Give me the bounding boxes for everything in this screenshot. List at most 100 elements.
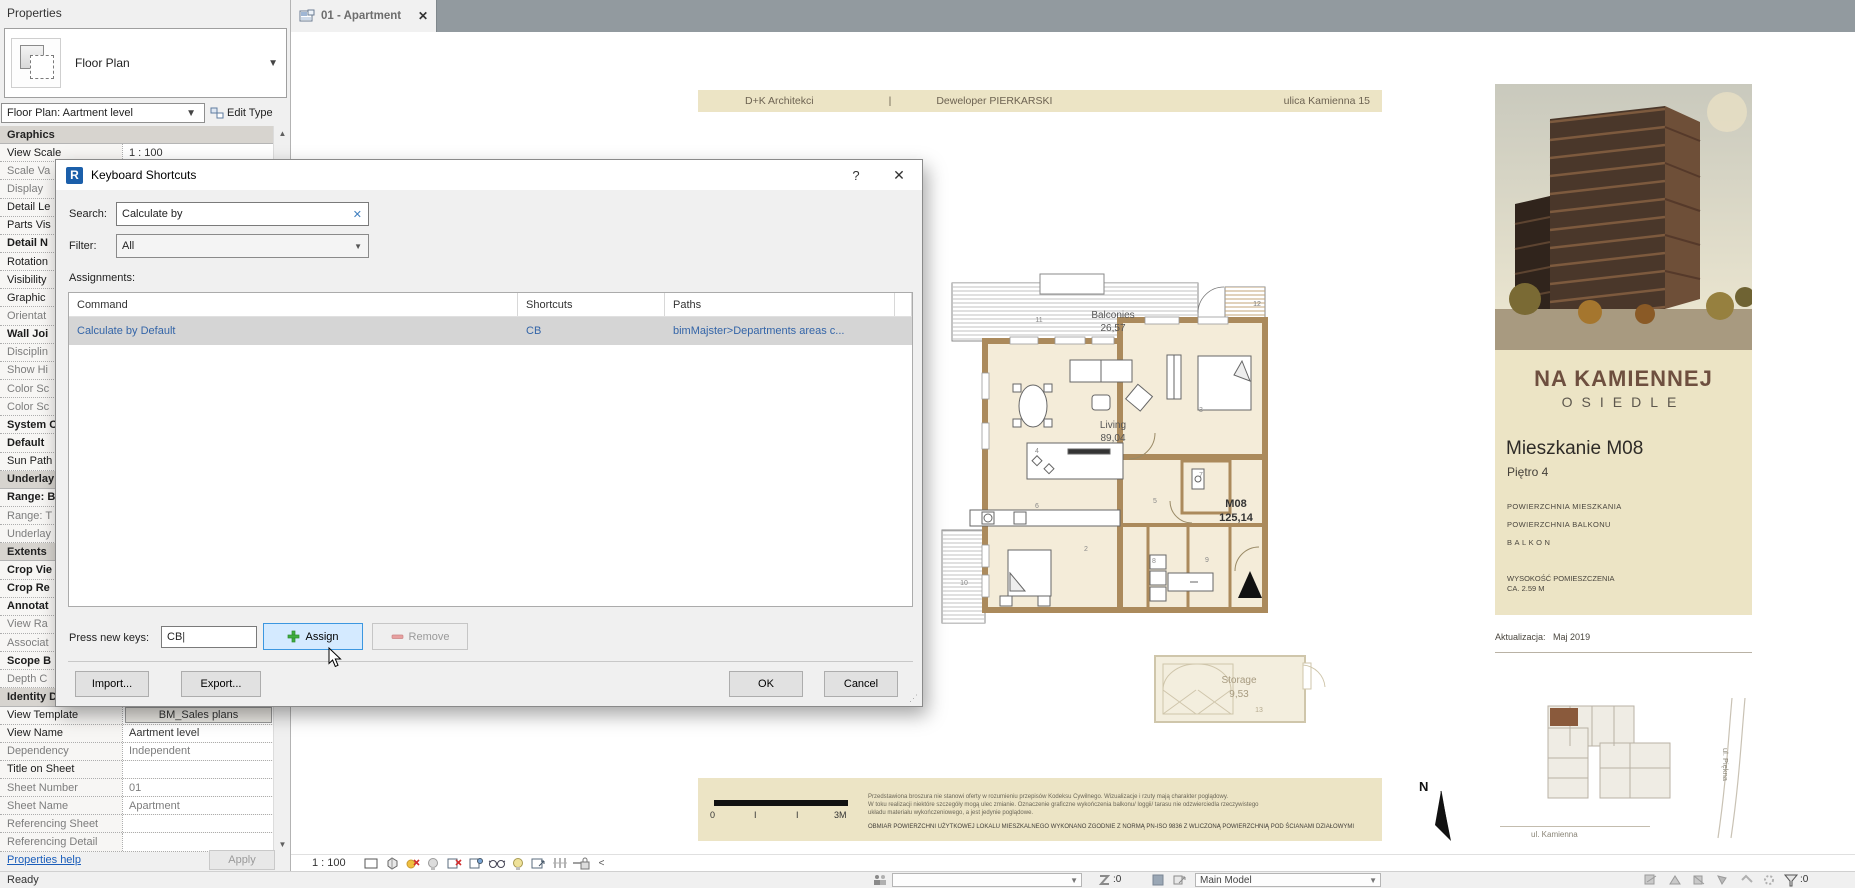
editable-only-icon[interactable] (1150, 873, 1166, 887)
filter-funnel-icon[interactable] (1783, 873, 1799, 887)
column-command[interactable]: Command (69, 293, 518, 316)
temporary-hide-isolate-icon[interactable] (486, 855, 507, 871)
dialog-title: Keyboard Shortcuts (91, 168, 197, 182)
import-button[interactable]: Import... (75, 671, 149, 697)
filter-dropdown[interactable]: All ▼ (116, 234, 369, 258)
worksharing-display-icon[interactable] (1739, 873, 1755, 887)
deselect-icon[interactable] (1691, 873, 1707, 887)
sheet-header-strip: D+K Architekci | Deweloper PIERKARSKI ul… (698, 90, 1382, 112)
scale-tick: I (754, 810, 757, 820)
property-value[interactable]: 01 (122, 779, 274, 797)
sheet-footer-strip: 0 I I 3M Przedstawiona broszura nie stan… (698, 778, 1382, 841)
remove-button[interactable]: Remove (372, 623, 468, 650)
property-value[interactable]: BM_Sales plans (122, 706, 274, 724)
property-value[interactable]: Apartment (122, 797, 274, 815)
property-row[interactable]: Graphics (0, 126, 274, 145)
property-row[interactable]: Sheet Number 01 (0, 779, 274, 798)
estate-subtitle: OSIEDLE (1561, 394, 1686, 410)
table-row-selected[interactable]: Calculate by Default CB bimMajster>Depar… (69, 317, 912, 345)
workset-dropdown[interactable]: ▼ (892, 873, 1082, 887)
shadows-icon[interactable] (423, 855, 444, 871)
edit-type-button[interactable]: Edit Type (208, 103, 290, 123)
search-label: Search: (69, 208, 107, 220)
svg-text:12: 12 (1253, 301, 1261, 308)
clear-search-icon[interactable]: ✕ (353, 208, 362, 221)
property-label: View Scale (7, 146, 62, 159)
press-new-keys-input[interactable]: CB | (161, 626, 257, 648)
tab-label: 01 - Apartment (321, 10, 402, 22)
scroll-up-icon[interactable]: ▲ (274, 126, 291, 142)
crop-view-icon[interactable] (444, 855, 465, 871)
collapse-icon[interactable]: < (591, 855, 612, 871)
svg-text:10: 10 (960, 580, 968, 587)
floor-plan[interactable]: Balconies 26,57 Living 89,04 M08 125,14 … (930, 273, 1340, 743)
ok-button[interactable]: OK (729, 671, 803, 697)
property-value[interactable] (122, 815, 274, 833)
property-row[interactable]: View Name Aartment level (0, 724, 274, 743)
background-processes-icon[interactable] (1761, 873, 1777, 887)
assignments-label: Assignments: (69, 272, 136, 284)
property-label: Referencing Sheet (7, 817, 99, 830)
editing-requests-icon[interactable] (1096, 873, 1112, 887)
property-value[interactable]: Independent (122, 742, 274, 760)
help-icon[interactable]: ? (836, 168, 876, 183)
design-option-dropdown[interactable]: Main Model ▼ (1195, 873, 1381, 887)
search-input[interactable]: Calculate by ✕ (116, 202, 369, 226)
property-row[interactable]: Dependency Independent (0, 742, 274, 761)
type-selector-label: Floor Plan (75, 56, 130, 70)
tab-apartment[interactable]: 01 - Apartment ✕ (291, 0, 437, 32)
reveal-hidden-icon[interactable] (507, 855, 528, 871)
view-control-bar: 1 : 100 < (291, 854, 1855, 871)
type-selector[interactable]: Floor Plan ▼ (4, 28, 287, 98)
assignments-table[interactable]: Command Shortcuts Paths Calculate by Def… (68, 292, 913, 607)
svg-text:4: 4 (1035, 448, 1039, 455)
storage-label: Storage (1221, 675, 1256, 686)
dialog-title-bar[interactable]: R Keyboard Shortcuts ? ✕ (56, 160, 922, 190)
street-side-label: ul. Piękna (1721, 748, 1730, 782)
visual-style-icon[interactable] (381, 855, 402, 871)
svg-text:3: 3 (1199, 407, 1203, 414)
view-scale-control[interactable]: 1 : 100 (312, 857, 360, 869)
design-options-icon[interactable] (1172, 873, 1188, 887)
plus-icon (288, 630, 300, 643)
reveal-constraints-icon[interactable] (549, 855, 570, 871)
cancel-button[interactable]: Cancel (824, 671, 898, 697)
instance-selector[interactable]: Floor Plan: Aartment level ▼ (1, 103, 205, 123)
apply-button[interactable]: Apply (209, 849, 275, 870)
column-paths[interactable]: Paths (665, 293, 895, 316)
lock-view-icon[interactable] (570, 855, 591, 871)
property-row[interactable]: Sheet Name Apartment (0, 797, 274, 816)
living-area: 89,04 (1100, 433, 1125, 444)
detail-level-icon[interactable] (360, 855, 381, 871)
press-new-keys-value: CB (167, 631, 183, 643)
update-label: Aktualizacja: (1495, 632, 1546, 642)
property-label: Title on Sheet (7, 763, 75, 776)
height-label: WYSOKOŚĆ POMIESZCZENIA (1507, 574, 1615, 583)
edit-type-icon (210, 107, 224, 118)
instance-selector-value: Floor Plan: Aartment level (7, 107, 133, 119)
property-row[interactable]: Referencing Sheet (0, 815, 274, 834)
properties-help-link[interactable]: Properties help (7, 854, 209, 866)
property-row[interactable]: View Template BM_Sales plans (0, 706, 274, 725)
resize-grip[interactable]: ⋰ (909, 693, 919, 703)
property-row[interactable]: Title on Sheet (0, 760, 274, 780)
property-value[interactable]: Aartment level (122, 724, 274, 742)
unit-label: M08 (1225, 498, 1246, 510)
press-drag-icon[interactable] (1667, 873, 1683, 887)
export-button[interactable]: Export... (181, 671, 261, 697)
tab-close-icon[interactable]: ✕ (418, 9, 428, 23)
exclude-options-icon[interactable] (1643, 873, 1659, 887)
column-shortcuts[interactable]: Shortcuts (518, 293, 665, 316)
worksets-icon[interactable] (872, 873, 888, 887)
temporary-view-properties-icon[interactable] (528, 855, 549, 871)
crop-region-icon[interactable] (465, 855, 486, 871)
property-value[interactable] (122, 760, 274, 779)
scale-tick: I (796, 810, 799, 820)
storage-area: 9,53 (1229, 689, 1249, 700)
assign-button[interactable]: Assign (263, 623, 363, 650)
unit-info-panel: NA KAMIENNEJ OSIEDLE Mieszkanie M08 Pięt… (1495, 350, 1752, 615)
chevron-down-icon: ▼ (268, 57, 278, 69)
sun-path-icon[interactable] (402, 855, 423, 871)
close-icon[interactable]: ✕ (876, 167, 922, 184)
drag-elements-icon[interactable] (1715, 873, 1731, 887)
